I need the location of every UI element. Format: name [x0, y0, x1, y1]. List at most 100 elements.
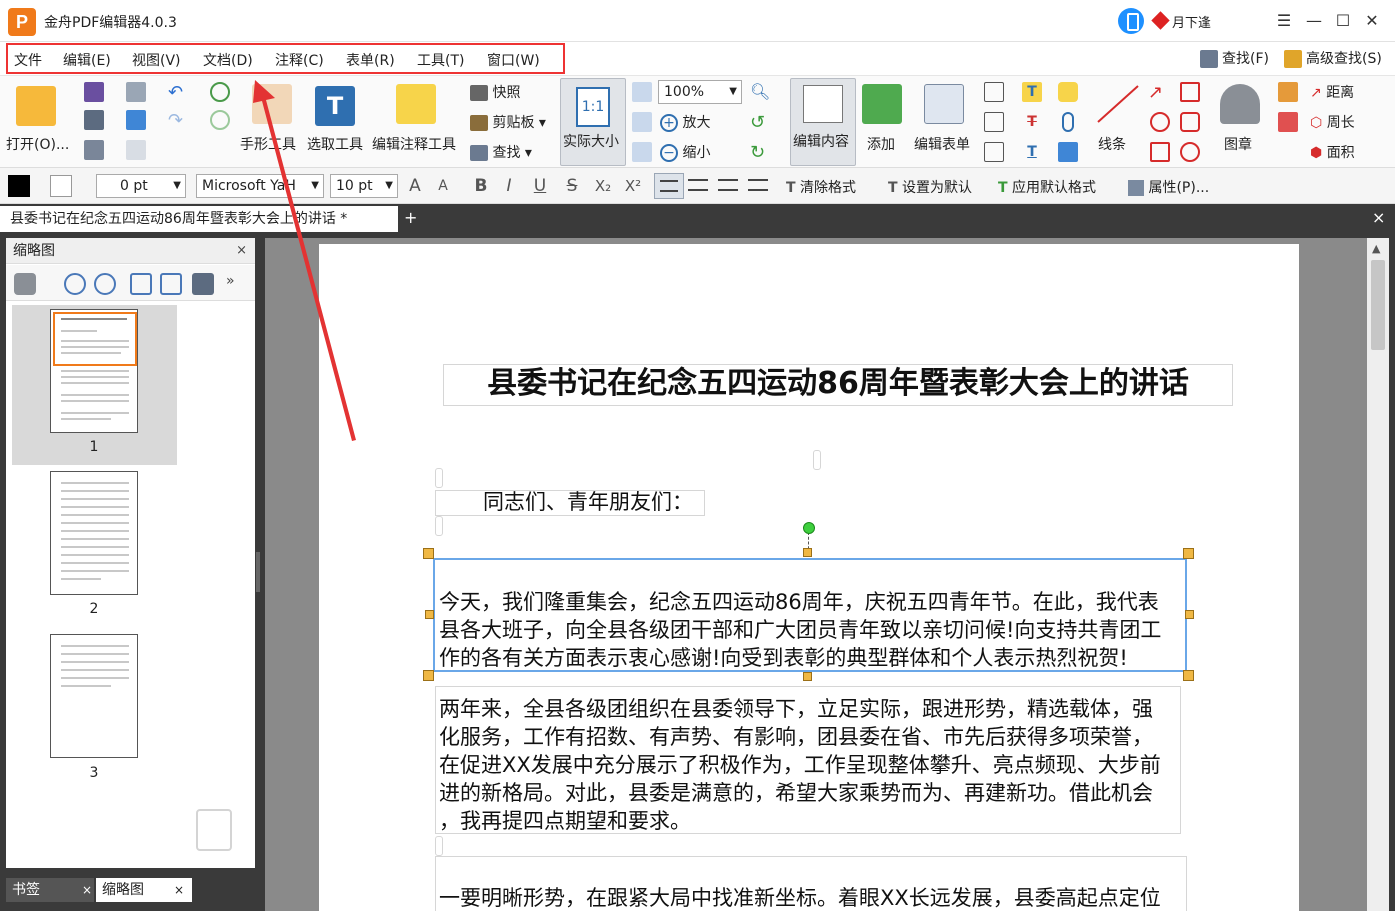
maximize-icon[interactable]: ☐: [1331, 10, 1355, 32]
thumb-zoom-out-icon[interactable]: [94, 273, 116, 295]
align-left-button[interactable]: [654, 173, 684, 199]
snapshot-button[interactable]: 快照: [470, 82, 520, 102]
thumbnail-page-1[interactable]: [50, 309, 138, 433]
rotate-handle[interactable]: [803, 522, 815, 534]
upload-icon[interactable]: [126, 110, 146, 130]
eraser-icon[interactable]: [1278, 112, 1298, 132]
lines-button[interactable]: 线条: [1094, 80, 1142, 164]
close-window-icon[interactable]: ✕: [1360, 10, 1384, 32]
save-icon[interactable]: [84, 82, 104, 102]
actual-size-button[interactable]: 1:1 实际大小: [560, 78, 626, 166]
rotate-right-icon[interactable]: ↻: [750, 142, 770, 163]
empty-text-box[interactable]: [813, 450, 821, 470]
combo-field-icon[interactable]: [984, 142, 1004, 162]
ribbon-find-button[interactable]: 查找 ▾: [470, 142, 532, 162]
advanced-find-button[interactable]: 高级查找(S): [1284, 48, 1382, 68]
zoom-select[interactable]: 100% ▼: [658, 80, 742, 104]
user-name[interactable]: 月下逢: [1172, 12, 1211, 31]
scroll-up-icon[interactable]: ▲: [1372, 242, 1380, 255]
add-tab-icon[interactable]: +: [404, 210, 417, 226]
barcode-icon[interactable]: [984, 82, 1004, 102]
back-icon[interactable]: [210, 82, 230, 102]
underline-text-icon[interactable]: T: [1022, 142, 1042, 162]
properties-button[interactable]: 属性(P)...: [1128, 177, 1209, 197]
paragraph-2[interactable]: 两年来，全县各级团组织在县委领导下，立足实际，跟进形势，精选载体，强 化服务，工…: [439, 695, 1161, 835]
set-default-button[interactable]: T 设置为默认: [888, 177, 972, 197]
settings-gear-icon[interactable]: [14, 273, 36, 295]
italic-button[interactable]: I: [498, 174, 520, 198]
redo-icon[interactable]: ↷: [168, 110, 188, 131]
area-button[interactable]: ⬢ 面积: [1310, 142, 1355, 162]
note-icon[interactable]: [1058, 82, 1078, 102]
resize-handle-w[interactable]: [425, 610, 434, 619]
tab-thumbnails[interactable]: 缩略图 ×: [96, 878, 192, 902]
strikethrough-button[interactable]: S: [560, 174, 584, 198]
thumb-zoom-in-icon[interactable]: [64, 273, 86, 295]
resize-handle-s[interactable]: [803, 672, 812, 681]
pencil-icon[interactable]: [1278, 82, 1298, 102]
empty-text-box[interactable]: [435, 836, 443, 856]
rotate-left-icon[interactable]: ↺: [750, 112, 770, 133]
document-title[interactable]: 县委书记在纪念五四运动86周年暨表彰大会上的讲话: [443, 364, 1233, 406]
panel-splitter[interactable]: [256, 552, 260, 592]
perimeter-button[interactable]: ⬡ 周长: [1310, 112, 1355, 132]
export-icon[interactable]: [84, 140, 104, 160]
resize-handle-e[interactable]: [1185, 610, 1194, 619]
fill-swatch[interactable]: [50, 175, 72, 197]
paragraph-3[interactable]: 一要明晰形势，在跟紧大局中找准新坐标。着眼XX长远发展，县委高起点定位: [439, 884, 1161, 911]
resize-handle-ne[interactable]: [1183, 548, 1194, 559]
clipboard-button[interactable]: 剪贴板 ▾: [470, 112, 546, 132]
justify-button[interactable]: [748, 179, 768, 191]
thumbnail-page-2[interactable]: [50, 471, 138, 595]
font-size-select[interactable]: 10 pt ▼: [330, 174, 398, 198]
resize-handle-se[interactable]: [1183, 670, 1194, 681]
paragraph-1[interactable]: 今天，我们隆重集会，纪念五四运动86周年，庆祝五四青年节。在此，我代表 县各大班…: [439, 588, 1161, 672]
magnifier-icon[interactable]: 🔍︎: [750, 82, 770, 102]
hand-tool-button[interactable]: 手形工具: [238, 80, 304, 164]
close-tab-icon[interactable]: ×: [1372, 210, 1385, 226]
more-chevron-icon[interactable]: »: [226, 273, 235, 289]
forward-icon[interactable]: [210, 110, 230, 130]
mobile-icon[interactable]: [1118, 8, 1144, 34]
zoom-in-button[interactable]: + 放大: [660, 112, 710, 132]
vertical-scrollbar[interactable]: ▲: [1367, 238, 1389, 911]
stamp-button[interactable]: 图章: [1214, 80, 1266, 164]
attachment-icon[interactable]: [1062, 112, 1074, 132]
color-swatch[interactable]: [8, 175, 30, 197]
line-width-select[interactable]: 0 pt ▼: [96, 174, 186, 198]
text-field-icon[interactable]: [984, 112, 1004, 132]
font-select[interactable]: Microsoft YaH ▼: [196, 174, 324, 198]
panel-close-icon[interactable]: ×: [236, 238, 247, 264]
bold-button[interactable]: B: [470, 174, 492, 198]
add-button[interactable]: 添加: [862, 80, 906, 164]
rotate-cw-90-icon[interactable]: [160, 273, 182, 295]
align-center-button[interactable]: [688, 179, 708, 191]
rectangle-shape-icon[interactable]: [1150, 142, 1170, 162]
resize-handle-nw[interactable]: [423, 548, 434, 559]
cloud-shape-icon[interactable]: [1180, 142, 1200, 162]
resize-handle-sw[interactable]: [423, 670, 434, 681]
fit-width-icon[interactable]: [632, 112, 652, 132]
document-tab[interactable]: 县委书记在纪念五四运动86周年暨表彰大会上的讲话 *: [0, 206, 398, 232]
tab-bookmarks-close-icon[interactable]: ×: [82, 878, 92, 902]
zoom-out-button[interactable]: − 缩小: [660, 142, 710, 162]
strikeout-icon[interactable]: T: [1022, 112, 1042, 132]
align-right-button[interactable]: [718, 179, 738, 191]
text-box-icon[interactable]: T: [1022, 82, 1042, 102]
empty-text-box[interactable]: [435, 468, 443, 488]
tab-bookmarks[interactable]: 书签 ×: [6, 878, 94, 902]
thumb-print-icon[interactable]: [192, 273, 214, 295]
edit-content-button[interactable]: 编辑内容: [790, 78, 856, 166]
tab-thumbnails-close-icon[interactable]: ×: [174, 878, 184, 902]
sound-icon[interactable]: [1058, 142, 1078, 162]
polyline-shape-icon[interactable]: [1180, 82, 1200, 102]
arrow-shape-icon[interactable]: ↗: [1148, 82, 1168, 103]
minimize-icon[interactable]: —: [1302, 10, 1326, 32]
scrollbar-thumb[interactable]: [1371, 260, 1385, 350]
edit-annotation-tool-button[interactable]: 编辑注释工具: [372, 80, 464, 164]
open-button[interactable]: 打开(O)...: [6, 80, 70, 164]
rotate-ccw-90-icon[interactable]: [130, 273, 152, 295]
fit-page-icon[interactable]: [632, 82, 652, 102]
thumbnail-page-3[interactable]: [50, 634, 138, 758]
new-file-icon[interactable]: [126, 140, 146, 160]
